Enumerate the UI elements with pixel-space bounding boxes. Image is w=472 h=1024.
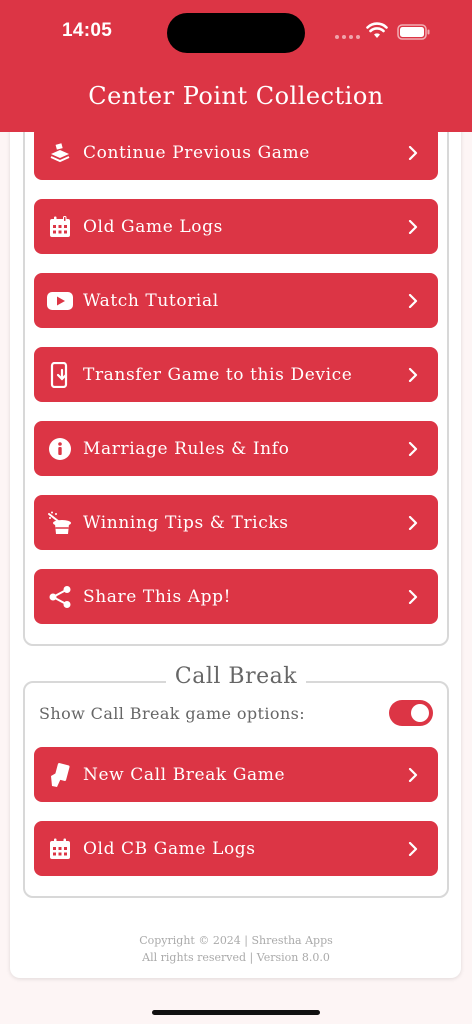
chevron-right-icon	[408, 841, 418, 856]
button-label: New Call Break Game	[83, 764, 286, 785]
cellular-signal-icon	[335, 35, 360, 39]
version-text: All rights reserved | Version 8.0.0	[142, 951, 330, 964]
continue-previous-game-button[interactable]: Continue Previous Game	[34, 125, 438, 180]
share-icon	[47, 584, 73, 610]
call-break-toggle[interactable]	[389, 700, 433, 726]
button-label: Old Game Logs	[83, 216, 223, 237]
button-label: Marriage Rules & Info	[83, 438, 290, 459]
old-cb-game-logs-button[interactable]: Old CB Game Logs	[34, 821, 438, 876]
wifi-icon	[366, 22, 388, 38]
button-label: Old CB Game Logs	[83, 838, 256, 859]
share-app-button[interactable]: Share This App!	[34, 569, 438, 624]
home-indicator[interactable]	[152, 1010, 320, 1015]
chevron-right-icon	[408, 367, 418, 382]
layers-icon	[47, 140, 73, 166]
button-label: Transfer Game to this Device	[83, 364, 353, 385]
chevron-right-icon	[408, 293, 418, 308]
copyright-text: Copyright © 2024 | Shrestha Apps	[139, 934, 333, 947]
footer: Copyright © 2024 | Shrestha Apps All rig…	[0, 932, 472, 966]
dynamic-island	[167, 13, 305, 53]
button-label: Watch Tutorial	[83, 290, 219, 311]
chevron-right-icon	[408, 767, 418, 782]
call-break-section-title: Call Break	[166, 664, 306, 689]
old-game-logs-button[interactable]: Old Game Logs	[34, 199, 438, 254]
calendar-icon	[47, 836, 73, 862]
battery-icon	[397, 24, 430, 40]
watch-tutorial-button[interactable]: Watch Tutorial	[34, 273, 438, 328]
chevron-right-icon	[408, 441, 418, 456]
toggle-knob	[411, 704, 429, 722]
call-break-toggle-row: Show Call Break game options:	[39, 699, 433, 727]
cards-icon	[47, 762, 73, 788]
button-label: Continue Previous Game	[83, 142, 310, 163]
magic-hat-icon	[47, 510, 73, 536]
chevron-right-icon	[408, 589, 418, 604]
chevron-right-icon	[408, 515, 418, 530]
toggle-label: Show Call Break game options:	[39, 703, 306, 723]
new-call-break-game-button[interactable]: New Call Break Game	[34, 747, 438, 802]
page-title: Center Point Collection	[88, 82, 384, 110]
info-icon	[47, 436, 73, 462]
phone-download-icon	[47, 361, 73, 388]
button-label: Share This App!	[83, 586, 232, 607]
app-header: 14:05 Center Point Collection	[0, 0, 472, 132]
calendar-icon	[47, 214, 73, 240]
youtube-icon	[47, 288, 73, 314]
marriage-rules-button[interactable]: Marriage Rules & Info	[34, 421, 438, 476]
transfer-game-button[interactable]: Transfer Game to this Device	[34, 347, 438, 402]
status-time: 14:05	[62, 20, 113, 41]
winning-tips-button[interactable]: Winning Tips & Tricks	[34, 495, 438, 550]
chevron-right-icon	[408, 145, 418, 160]
chevron-right-icon	[408, 219, 418, 234]
button-label: Winning Tips & Tricks	[83, 512, 289, 533]
